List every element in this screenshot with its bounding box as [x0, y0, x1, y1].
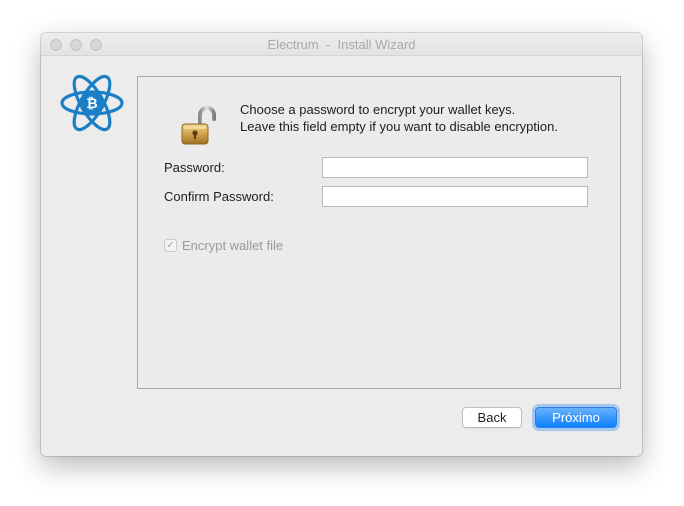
- next-button[interactable]: Próximo: [535, 407, 617, 428]
- install-wizard-window: Electrum - Install Wizard ₿ Choose a pas…: [41, 33, 642, 456]
- wizard-content-panel: Choose a password to encrypt your wallet…: [137, 76, 621, 389]
- confirm-password-label: Confirm Password:: [164, 189, 274, 204]
- password-label: Password:: [164, 160, 225, 175]
- encryption-instructions: Choose a password to encrypt your wallet…: [240, 101, 558, 135]
- encrypt-wallet-label: Encrypt wallet file: [182, 238, 284, 253]
- confirm-password-field[interactable]: [322, 186, 588, 207]
- svg-text:₿: ₿: [86, 96, 97, 112]
- back-button[interactable]: Back: [462, 407, 522, 428]
- checkmark-icon: ✓: [166, 240, 175, 251]
- encrypt-wallet-checkbox[interactable]: ✓: [164, 239, 177, 252]
- open-padlock-icon: [181, 106, 216, 145]
- password-field[interactable]: [322, 157, 588, 178]
- title-bar[interactable]: Electrum - Install Wizard: [41, 33, 642, 56]
- instruction-line-1: Choose a password to encrypt your wallet…: [240, 102, 516, 117]
- electrum-logo-icon: ₿: [60, 74, 124, 132]
- window-title: Electrum - Install Wizard: [267, 37, 416, 52]
- instruction-line-2: Leave this field empty if you want to di…: [240, 119, 558, 134]
